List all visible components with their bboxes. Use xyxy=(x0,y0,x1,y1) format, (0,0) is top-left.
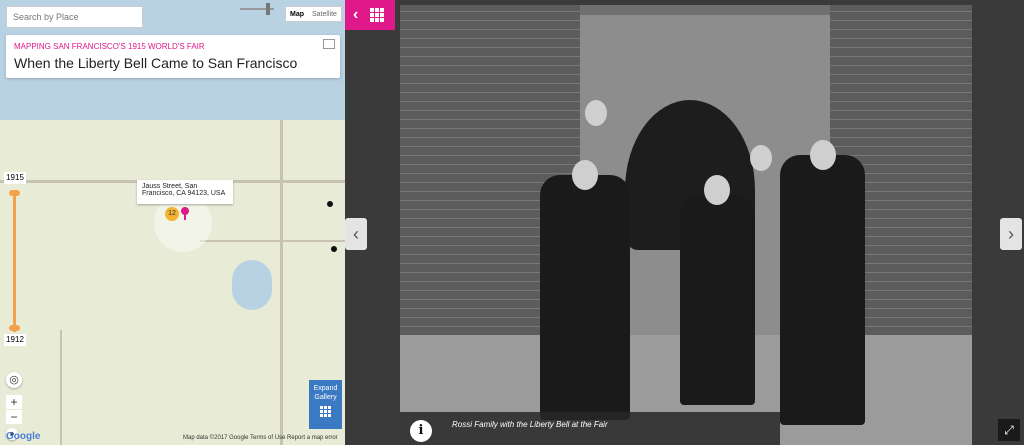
face xyxy=(704,175,730,205)
face xyxy=(810,140,836,170)
story-subtitle: MAPPING SAN FRANCISCO'S 1915 WORLD'S FAI… xyxy=(14,42,205,51)
app-root: Search by Place Map Satellite MAPPING SA… xyxy=(0,0,1024,445)
map-type-satellite-button[interactable]: Satellite xyxy=(308,7,341,21)
fullscreen-icon[interactable]: ⤢ xyxy=(998,419,1020,441)
back-to-gallery-button[interactable]: ‹ xyxy=(345,0,395,30)
story-title: When the Liberty Bell Came to San Franci… xyxy=(14,55,298,71)
chevron-left-icon: ‹ xyxy=(353,6,359,23)
historic-photo xyxy=(400,5,972,445)
zoom-in-button[interactable]: + xyxy=(6,395,22,409)
timeline-top-handle[interactable] xyxy=(9,190,20,196)
face xyxy=(572,160,598,190)
caption-bar: i Rossi Family with the Liberty Bell at … xyxy=(400,412,780,445)
map-pane[interactable]: Search by Place Map Satellite MAPPING SA… xyxy=(0,0,345,445)
map-footer: Map data ©2017 Google Terms of Use Repor… xyxy=(183,435,338,441)
grid-icon xyxy=(370,8,384,22)
lagoon-water xyxy=(232,260,272,310)
road xyxy=(60,330,62,445)
face xyxy=(585,100,607,126)
story-card: MAPPING SAN FRANCISCO'S 1915 WORLD'S FAI… xyxy=(6,35,340,78)
timeline-track[interactable] xyxy=(13,190,16,332)
map-type-map-button[interactable]: Map xyxy=(286,7,308,21)
address-popup: Jauss Street, San Francisco, CA 94123, U… xyxy=(137,180,233,204)
info-icon[interactable]: i xyxy=(410,420,432,442)
timeline-bottom-handle[interactable] xyxy=(9,325,20,331)
photo-caption: Rossi Family with the Liberty Bell at th… xyxy=(452,420,608,429)
zoom-out-button[interactable]: − xyxy=(6,410,22,424)
search-input[interactable]: Search by Place xyxy=(6,6,143,28)
collapse-icon[interactable] xyxy=(323,39,335,49)
locate-icon[interactable]: ◎ xyxy=(6,372,22,388)
land-area xyxy=(0,120,345,445)
expand-gallery-label: Expand Gallery xyxy=(313,385,338,401)
road xyxy=(200,240,345,242)
expand-gallery-button[interactable]: Expand Gallery xyxy=(309,380,342,429)
map-type-toggle: Map Satellite xyxy=(285,6,342,22)
previous-photo-button[interactable]: ‹ xyxy=(345,218,367,250)
marker-cluster[interactable]: 12 xyxy=(165,207,179,221)
map-pin-icon[interactable] xyxy=(331,246,337,252)
timeline-top-year: 1915 xyxy=(4,172,26,184)
map-pin-icon[interactable] xyxy=(327,201,333,207)
photo-viewer: ‹ i Rossi Family with the Liberty Bell a… xyxy=(345,0,1024,445)
person xyxy=(540,175,630,420)
opacity-slider-handle[interactable] xyxy=(266,3,270,15)
person xyxy=(680,195,755,405)
timeline-bottom-year: 1912 xyxy=(4,334,26,346)
next-photo-button[interactable]: › xyxy=(1000,218,1022,250)
face xyxy=(750,145,772,171)
person xyxy=(780,155,865,425)
grid-icon xyxy=(320,406,331,417)
road xyxy=(280,120,283,445)
google-logo: Google xyxy=(6,431,41,442)
map-pin-stem xyxy=(184,214,186,220)
